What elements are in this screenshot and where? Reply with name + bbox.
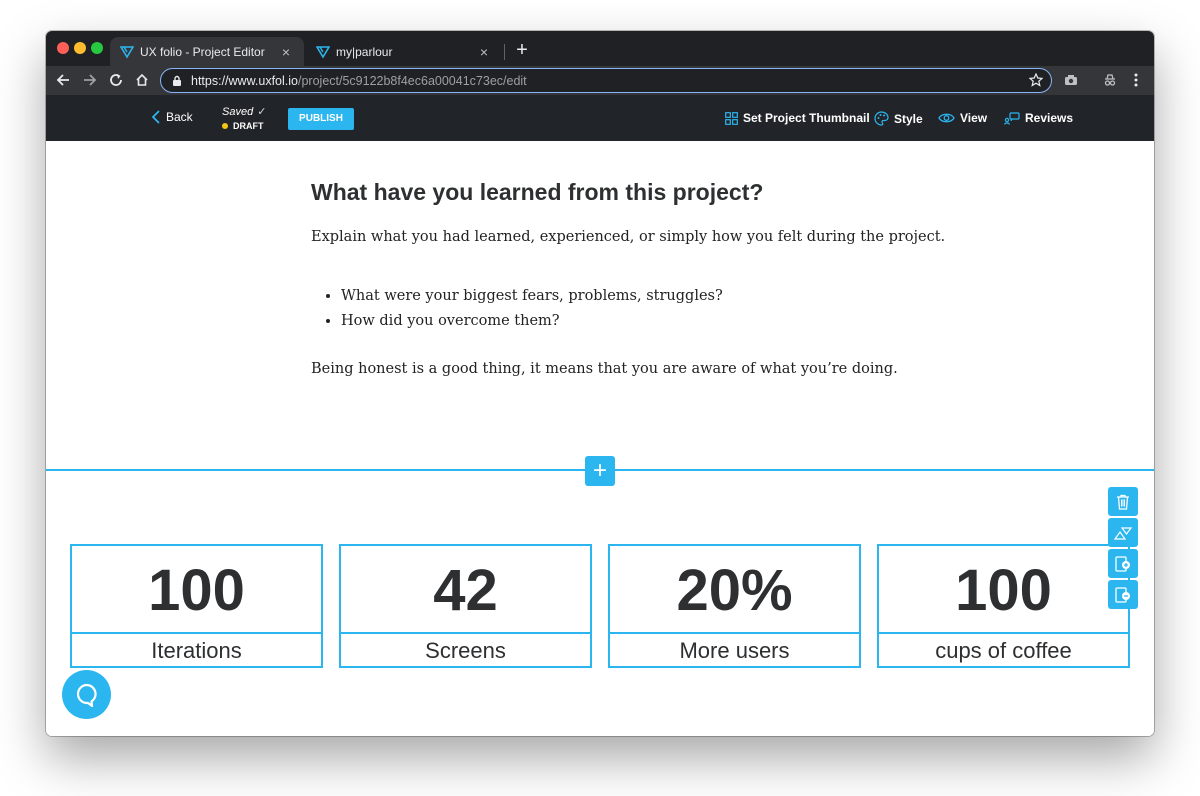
publish-button[interactable]: PUBLISH [288, 108, 354, 130]
menu-dots-icon[interactable] [1126, 70, 1146, 90]
browser-window: UX folio - Project Editor × my|parlour ×… [46, 31, 1154, 736]
view-label: View [960, 111, 988, 125]
stat-value[interactable]: 100 [879, 546, 1128, 633]
palette-icon [874, 111, 889, 126]
add-column-button[interactable] [1108, 549, 1138, 578]
tab-close-icon[interactable]: × [278, 44, 294, 60]
draft-dot-icon [222, 123, 228, 129]
camera-extension-icon[interactable] [1061, 70, 1081, 90]
editor-bar: Back Saved ✓ DRAFT PUBLISH Set Project Th… [46, 95, 1154, 141]
stat-card[interactable]: 100 Iterations [70, 544, 323, 668]
grid-icon [725, 111, 738, 125]
saved-status: Saved ✓ [222, 105, 266, 118]
section-tools [1108, 487, 1138, 611]
section-heading[interactable]: What have you learned from this project? [311, 179, 763, 206]
chevron-left-icon [152, 110, 160, 124]
stat-label[interactable]: More users [610, 634, 859, 668]
tab-separator [504, 44, 505, 60]
style-button[interactable]: Style [874, 111, 923, 126]
back-label: Back [166, 110, 193, 124]
check-icon: ✓ [257, 106, 267, 118]
tab-close-icon[interactable]: × [476, 44, 492, 60]
saved-label: Saved [222, 106, 254, 118]
bookmark-star-icon[interactable] [1029, 73, 1043, 87]
style-label: Style [894, 111, 923, 126]
stat-card[interactable]: 42 Screens [339, 544, 592, 668]
intro-paragraph[interactable]: Explain what you had learned, experience… [311, 229, 945, 245]
add-section-button[interactable]: + [585, 456, 615, 486]
stat-label[interactable]: cups of coffee [879, 634, 1128, 668]
tab-myparlour[interactable]: my|parlour × [306, 37, 502, 66]
reviews-button[interactable]: Reviews [1004, 111, 1073, 125]
reload-icon[interactable] [105, 69, 127, 91]
trash-icon [1117, 494, 1129, 510]
new-tab-button[interactable]: + [510, 38, 534, 62]
maximize-window-button[interactable] [91, 42, 103, 54]
browser-toolbar: https://www.uxfol.io/project/5c9122b8f4e… [46, 66, 1154, 95]
list-item: What were your biggest fears, problems, … [341, 284, 723, 309]
eye-icon [938, 113, 955, 123]
stat-label[interactable]: Iterations [72, 634, 321, 668]
stat-value[interactable]: 20% [610, 546, 859, 633]
tab-strip: UX folio - Project Editor × my|parlour ×… [46, 31, 1154, 66]
url-host: https://www.uxfol.io [191, 73, 298, 88]
back-arrow-icon[interactable] [52, 69, 74, 91]
url-path: /project/5c9122b8f4ec6a00041c73ec/edit [298, 73, 527, 88]
stat-label[interactable]: Screens [341, 634, 590, 668]
reviews-icon [1004, 111, 1020, 125]
remove-column-button[interactable] [1108, 580, 1138, 609]
uxfolio-logo-icon [120, 45, 134, 59]
reorder-section-button[interactable] [1108, 518, 1138, 547]
set-thumbnail-button[interactable]: Set Project Thumbnail [725, 111, 870, 125]
remove-item-icon [1115, 586, 1130, 603]
incognito-icon[interactable] [1100, 70, 1120, 90]
home-icon[interactable] [131, 69, 153, 91]
bullet-list[interactable]: What were your biggest fears, problems, … [326, 284, 723, 334]
stat-value[interactable]: 42 [341, 546, 590, 633]
reviews-label: Reviews [1025, 111, 1074, 125]
chat-button[interactable] [62, 670, 111, 719]
chat-bubble-icon [76, 683, 97, 707]
minimize-window-button[interactable] [74, 42, 86, 54]
stat-value[interactable]: 100 [72, 546, 321, 633]
stat-card[interactable]: 100 cups of coffee [877, 544, 1130, 668]
tab-title: my|parlour [336, 44, 393, 59]
address-bar[interactable]: https://www.uxfol.io/project/5c9122b8f4e… [160, 68, 1052, 93]
list-item: How did you overcome them? [341, 309, 723, 334]
set-thumbnail-label: Set Project Thumbnail [743, 111, 870, 125]
shapes-icon [1114, 526, 1132, 540]
back-button[interactable]: Back [152, 110, 193, 124]
stat-card[interactable]: 20% More users [608, 544, 861, 668]
closing-paragraph[interactable]: Being honest is a good thing, it means t… [311, 361, 898, 377]
url-text: https://www.uxfol.io/project/5c9122b8f4e… [191, 74, 527, 88]
view-button[interactable]: View [938, 111, 987, 125]
tab-title: UX folio - Project Editor [140, 44, 265, 59]
tab-uxfolio-editor[interactable]: UX folio - Project Editor × [110, 37, 304, 66]
draft-label: DRAFT [233, 121, 264, 131]
editor-canvas: What have you learned from this project?… [46, 141, 1154, 736]
delete-section-button[interactable] [1108, 487, 1138, 516]
draft-status: DRAFT [222, 121, 264, 131]
add-item-icon [1115, 555, 1130, 572]
close-window-button[interactable] [57, 42, 69, 54]
lock-icon [173, 75, 181, 86]
forward-arrow-icon[interactable] [79, 69, 101, 91]
uxfolio-logo-icon [316, 45, 330, 59]
